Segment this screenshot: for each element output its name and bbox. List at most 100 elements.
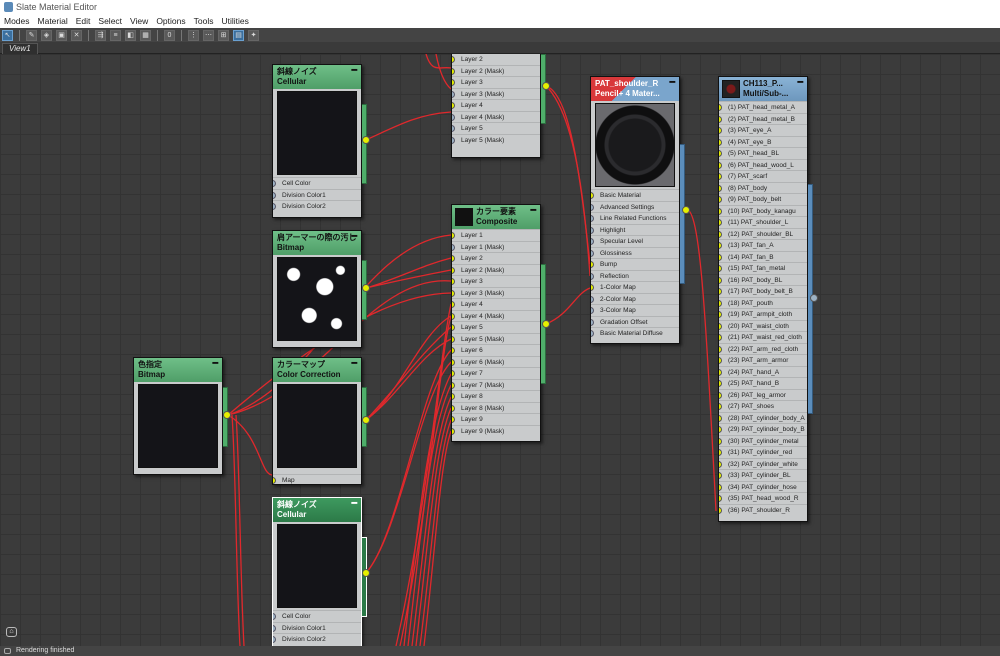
output-socket[interactable] (682, 206, 690, 214)
input-socket[interactable] (452, 358, 455, 366)
input-socket[interactable] (452, 324, 455, 331)
input-socket[interactable] (719, 104, 722, 111)
bitmap-node-shoulder[interactable]: 肩アーマーの際の汚し Bitmap ━ (272, 230, 362, 348)
slot[interactable]: (32) PAT_cylinder_white (719, 457, 807, 470)
slot[interactable]: Layer 2 (452, 252, 540, 264)
input-socket[interactable] (591, 238, 594, 245)
input-socket[interactable] (591, 203, 594, 211)
slot[interactable]: Line Related Functions (591, 212, 679, 224)
delete-icon[interactable]: ✕ (71, 29, 82, 41)
input-socket[interactable] (719, 437, 722, 445)
bitmap-node-color[interactable]: 色指定 Bitmap ━ (133, 357, 223, 475)
slot[interactable]: Layer 4 (Mask) (452, 110, 540, 123)
slot[interactable]: Layer 7 (Mask) (452, 378, 540, 391)
slot[interactable]: (22) PAT_arm_red_cloth (719, 342, 807, 355)
slot[interactable]: (12) PAT_shoulder_BL (719, 227, 807, 240)
input-socket[interactable] (452, 289, 455, 297)
slot[interactable]: Layer 5 (Mask) (452, 133, 540, 146)
slot[interactable]: (1) PAT_head_metal_A (719, 101, 807, 113)
input-socket[interactable] (719, 380, 722, 387)
node-view-canvas[interactable]: Layer 2 Layer 2 (Mask) Layer 3 Layer 3 (… (0, 54, 1000, 646)
select-by-material-icon[interactable]: ✦ (248, 29, 259, 41)
slot[interactable]: (20) PAT_waist_cloth (719, 319, 807, 332)
input-socket[interactable] (452, 335, 455, 343)
input-socket[interactable] (273, 613, 276, 620)
slot[interactable]: Bump (591, 258, 679, 270)
layout-children-icon[interactable]: ⋯ (203, 29, 214, 41)
input-socket[interactable] (591, 215, 594, 222)
input-socket[interactable] (719, 127, 722, 134)
layout-icon[interactable]: ◧ (125, 29, 136, 41)
slot[interactable]: Layer 6 (452, 344, 540, 356)
input-socket[interactable] (273, 636, 276, 643)
input-socket[interactable] (719, 311, 722, 318)
slot[interactable]: (19) PAT_armpit_cloth (719, 308, 807, 320)
input-socket[interactable] (719, 495, 722, 502)
menu-modes[interactable]: Modes (4, 14, 30, 28)
input-socket[interactable] (719, 150, 722, 157)
input-socket[interactable] (719, 115, 722, 123)
slot[interactable]: Division Color1 (273, 621, 361, 634)
output-socket[interactable] (542, 82, 550, 90)
input-socket[interactable] (719, 426, 722, 433)
slot[interactable]: (3) PAT_eye_A (719, 124, 807, 136)
slot[interactable]: Highlight (591, 223, 679, 236)
pencil-material-node[interactable]: PAT_shoulder_R Pencil+ 4 Mater... ━ Basi… (590, 76, 680, 344)
output-socket[interactable] (810, 294, 818, 302)
input-socket[interactable] (591, 249, 594, 257)
input-socket[interactable] (273, 624, 276, 632)
input-socket[interactable] (719, 207, 722, 215)
input-socket[interactable] (719, 242, 722, 249)
slot[interactable]: Layer 1 (452, 229, 540, 241)
input-socket[interactable] (452, 266, 455, 274)
slot[interactable]: (16) PAT_body_BL (719, 273, 807, 286)
input-socket[interactable] (719, 253, 722, 261)
color-correction-node[interactable]: カラーマップ Color Correction ━ Map (272, 357, 362, 485)
hide-unused-icon[interactable]: ≡ (110, 29, 121, 41)
slot[interactable]: Cell Color (273, 177, 361, 189)
minimize-icon[interactable]: ━ (352, 231, 357, 241)
input-socket[interactable] (591, 272, 594, 280)
input-socket[interactable] (452, 243, 455, 251)
slot[interactable]: (34) PAT_cylinder_hose (719, 480, 807, 493)
background-icon[interactable]: ▦ (140, 29, 151, 41)
slot[interactable]: Layer 7 (452, 367, 540, 379)
input-socket[interactable] (591, 284, 594, 291)
slot[interactable]: Layer 3 (Mask) (452, 87, 540, 100)
input-socket[interactable] (719, 230, 722, 238)
slot[interactable]: (23) PAT_arm_armor (719, 354, 807, 366)
slot[interactable]: Layer 2 (Mask) (452, 263, 540, 276)
input-socket[interactable] (591, 318, 594, 326)
slot[interactable]: (30) PAT_cylinder_metal (719, 434, 807, 447)
slot[interactable]: Layer 8 (452, 390, 540, 402)
input-socket[interactable] (719, 288, 722, 295)
slot[interactable]: Layer 4 (452, 99, 540, 111)
input-socket[interactable] (452, 102, 455, 109)
slot[interactable]: (8) PAT_body (719, 181, 807, 194)
input-socket[interactable] (719, 414, 722, 422)
assign-icon[interactable]: ▣ (56, 29, 67, 41)
node-header[interactable]: 色指定 Bitmap ━ (134, 358, 222, 382)
input-socket[interactable] (719, 449, 722, 456)
slot[interactable]: (21) PAT_waist_red_cloth (719, 331, 807, 343)
node-header[interactable]: カラーマップ Color Correction ━ (273, 358, 361, 382)
input-socket[interactable] (452, 90, 455, 98)
input-socket[interactable] (719, 403, 722, 410)
slot[interactable]: Layer 2 (452, 54, 540, 65)
navigator-icon[interactable]: ⌂ (6, 627, 17, 637)
parameter-editor-icon[interactable]: ▤ (233, 29, 244, 41)
input-socket[interactable] (719, 460, 722, 468)
slot[interactable]: (17) PAT_body_belt_B (719, 285, 807, 297)
slot[interactable]: 1-Color Map (591, 281, 679, 293)
minimize-icon[interactable]: ━ (213, 358, 218, 368)
input-socket[interactable] (719, 345, 722, 353)
input-socket[interactable] (719, 506, 722, 514)
input-socket[interactable] (591, 261, 594, 268)
eyedropper-icon[interactable]: ✎ (26, 29, 37, 41)
input-socket[interactable] (719, 138, 722, 146)
output-socket[interactable] (542, 320, 550, 328)
number-zero-icon[interactable]: 0 (164, 29, 175, 41)
input-socket[interactable] (719, 483, 722, 491)
input-socket[interactable] (719, 161, 722, 169)
slot[interactable]: (10) PAT_body_kanagu (719, 204, 807, 217)
